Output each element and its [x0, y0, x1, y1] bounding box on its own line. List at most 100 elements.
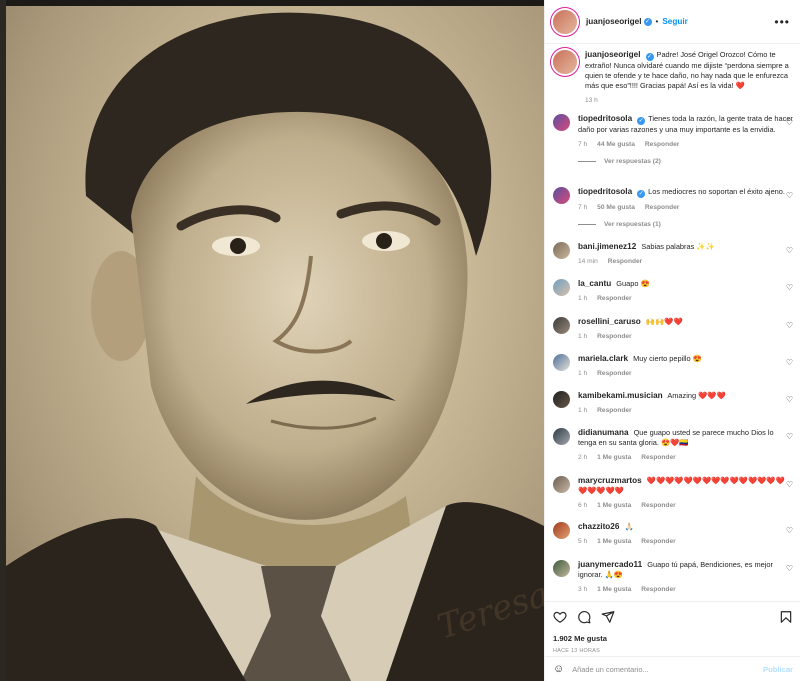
commenter-avatar[interactable]: [553, 187, 570, 204]
comment-item: tiopedritosola ✓ Tienes toda la razón, la …: [545, 114, 800, 165]
comment-item: tiopedritosola ✓ Los mediocres no soportan…: [545, 187, 800, 228]
post-time-ago: HACE 13 HORAS: [553, 648, 601, 654]
bookmark-icon[interactable]: [779, 610, 793, 624]
publish-button[interactable]: Publicar: [763, 665, 793, 674]
comment-text: Muy cierto pepillo 😍: [633, 354, 702, 363]
comment-username[interactable]: tiopedritosola: [578, 187, 632, 196]
commenter-avatar[interactable]: [553, 428, 570, 445]
comment-username[interactable]: didianumana: [578, 428, 629, 437]
action-icons-row: [553, 608, 793, 626]
like-comment-heart-icon[interactable]: ♡: [786, 191, 793, 200]
verified-badge-icon: ✓: [637, 117, 646, 125]
caption-username[interactable]: juanjoseorigel: [585, 50, 641, 59]
comment-input[interactable]: [572, 664, 764, 674]
reply-button[interactable]: Responder: [597, 333, 631, 340]
smile-icon[interactable]: ☺: [553, 663, 564, 675]
replies-line: [578, 224, 596, 225]
commenter-avatar[interactable]: [553, 317, 570, 334]
comment-username[interactable]: marycruzmartos: [578, 476, 642, 485]
comment-text: 🙌🙌❤️❤️: [645, 317, 683, 326]
view-replies-label[interactable]: Ver respuestas (1): [604, 221, 661, 228]
reply-button[interactable]: Responder: [641, 586, 675, 593]
comment-username[interactable]: tiopedritosola: [578, 114, 632, 123]
comment-item: bani.jimenez12 Sabias palabras ✨✨ 14 min…: [545, 242, 800, 265]
comment-time: 3 h: [578, 586, 588, 593]
comment-text: 🙏🏻: [624, 522, 634, 531]
view-replies[interactable]: Ver respuestas (2): [578, 158, 793, 165]
comment-time: 1 h: [578, 295, 588, 302]
comment-likes[interactable]: 1 Me gusta: [597, 502, 631, 509]
commenter-avatar[interactable]: [553, 476, 570, 493]
reply-button[interactable]: Responder: [597, 370, 631, 377]
commenter-avatar[interactable]: [553, 391, 570, 408]
author-avatar[interactable]: [553, 50, 577, 74]
commenter-avatar[interactable]: [553, 242, 570, 259]
comment-text: Sabias palabras ✨✨: [641, 242, 715, 251]
commenter-avatar[interactable]: [553, 522, 570, 539]
comment-username[interactable]: mariela.clark: [578, 354, 628, 363]
like-comment-heart-icon[interactable]: ♡: [786, 480, 793, 489]
comment-item: la_cantu Guapo 😍 1 h Responder ♡: [545, 279, 800, 302]
like-comment-heart-icon[interactable]: ♡: [786, 526, 793, 535]
commenter-avatar[interactable]: [553, 114, 570, 131]
like-comment-heart-icon[interactable]: ♡: [786, 246, 793, 255]
comment-username[interactable]: bani.jimenez12: [578, 242, 636, 251]
reply-button[interactable]: Responder: [641, 454, 675, 461]
separator-dot: •: [655, 17, 659, 26]
reply-button[interactable]: Responder: [597, 295, 631, 302]
comment-likes[interactable]: 1 Me gusta: [597, 586, 631, 593]
like-comment-heart-icon[interactable]: ♡: [786, 118, 793, 127]
comment-icon[interactable]: [577, 610, 591, 624]
comment-time: 1 h: [578, 333, 588, 340]
comment-time: 5 h: [578, 538, 588, 545]
like-comment-heart-icon[interactable]: ♡: [786, 395, 793, 404]
add-comment-bar: ☺ Publicar: [545, 656, 800, 681]
commenter-avatar[interactable]: [553, 354, 570, 371]
post-photo[interactable]: Teresa: [6, 6, 544, 681]
like-comment-heart-icon[interactable]: ♡: [786, 321, 793, 330]
like-comment-heart-icon[interactable]: ♡: [786, 283, 793, 292]
post-header: juanjoseorigel ✓ • Seguir •••: [545, 0, 800, 44]
verified-badge-icon: ✓: [637, 190, 646, 198]
like-comment-heart-icon[interactable]: ♡: [786, 564, 793, 573]
portrait-illustration: [6, 12, 544, 681]
view-replies[interactable]: Ver respuestas (1): [578, 221, 793, 228]
reply-button[interactable]: Responder: [645, 141, 679, 148]
comment-username[interactable]: juanymercado11: [578, 560, 642, 569]
comments-list[interactable]: juanjoseorigel ✓ Padre! José Origel Orozco…: [545, 44, 800, 601]
view-replies-label[interactable]: Ver respuestas (2): [604, 158, 661, 165]
post-side-panel: juanjoseorigel ✓ • Seguir ••• juanjoseor…: [544, 0, 800, 681]
likes-count[interactable]: 1.902 Me gusta: [553, 634, 793, 643]
like-comment-heart-icon[interactable]: ♡: [786, 358, 793, 367]
replies-line: [578, 161, 596, 162]
comment-likes[interactable]: 50 Me gusta: [597, 204, 635, 211]
more-options-icon[interactable]: •••: [774, 15, 790, 29]
comment-username[interactable]: kamibekami.musician: [578, 391, 663, 400]
comment-likes[interactable]: 1 Me gusta: [597, 538, 631, 545]
reply-button[interactable]: Responder: [597, 407, 631, 414]
follow-button[interactable]: Seguir: [662, 17, 687, 26]
commenter-avatar[interactable]: [553, 560, 570, 577]
author-avatar[interactable]: [553, 9, 577, 34]
reply-button[interactable]: Responder: [645, 204, 679, 211]
comment-username[interactable]: rosellini_caruso: [578, 317, 641, 326]
caption-text: juanjoseorigel ✓ Padre! José Origel Orozco…: [585, 50, 793, 91]
comment-username[interactable]: chazzito26: [578, 522, 619, 531]
comment-item: chazzito26 🙏🏻 5 h 1 Me gusta Responder ♡: [545, 522, 800, 545]
comment-username[interactable]: la_cantu: [578, 279, 611, 288]
comment-likes[interactable]: 1 Me gusta: [597, 454, 631, 461]
heart-icon[interactable]: [553, 610, 567, 624]
caption-time: 13 h: [585, 97, 598, 104]
comment-item: mariela.clark Muy cierto pepillo 😍 1 h Re…: [545, 354, 800, 377]
like-comment-heart-icon[interactable]: ♡: [786, 432, 793, 441]
commenter-avatar[interactable]: [553, 279, 570, 296]
comment-item: marycruzmartos ❤️❤️❤️❤️❤️❤️❤️❤️❤️❤️❤️❤️❤…: [545, 476, 800, 509]
reply-button[interactable]: Responder: [641, 538, 675, 545]
reply-button[interactable]: Responder: [641, 502, 675, 509]
share-icon[interactable]: [601, 610, 615, 624]
author-username[interactable]: juanjoseorigel: [586, 17, 642, 26]
comment-item: rosellini_caruso 🙌🙌❤️❤️ 1 h Responder ♡: [545, 317, 800, 340]
reply-button[interactable]: Responder: [608, 258, 642, 265]
verified-badge-icon: ✓: [643, 17, 652, 26]
comment-likes[interactable]: 44 Me gusta: [597, 141, 635, 148]
